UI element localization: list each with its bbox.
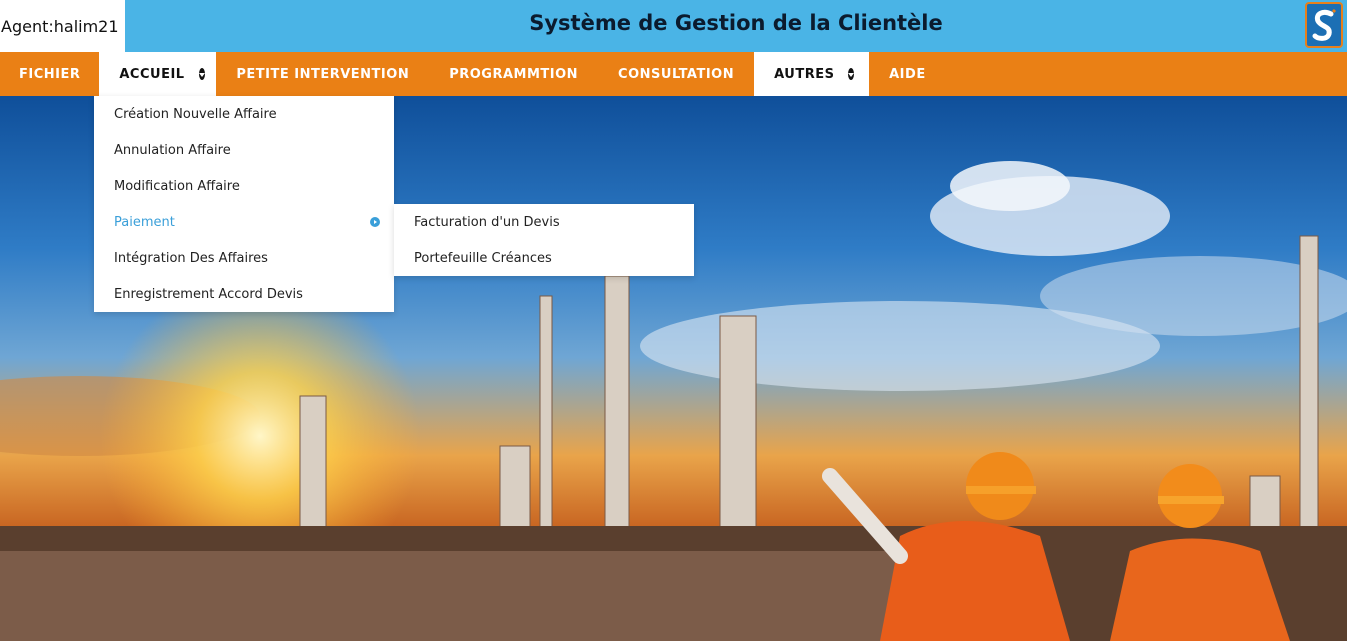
menu-item-label: Paiement <box>114 214 175 230</box>
menu-item-enregistrement-accord-devis[interactable]: Enregistrement Accord Devis <box>94 276 394 312</box>
nav-autres-label: AUTRES <box>774 66 835 82</box>
nav-programmtion[interactable]: PROGRAMMTION <box>429 52 598 96</box>
chevron-down-icon <box>198 68 205 80</box>
nav-consultation-label: CONSULTATION <box>618 66 735 82</box>
menu-item-modification-affaire[interactable]: Modification Affaire <box>94 168 394 204</box>
chevron-down-icon <box>848 68 855 80</box>
nav-accueil-label: ACCUEIL <box>119 66 185 82</box>
logo-s-icon <box>1312 8 1337 41</box>
nav-petite-intervention-label: PETITE INTERVENTION <box>236 66 410 82</box>
menu-item-label: Facturation d'un Devis <box>414 214 560 230</box>
nav-programmtion-label: PROGRAMMTION <box>449 66 579 82</box>
menu-item-paiement[interactable]: Paiement <box>94 204 394 240</box>
nav-aide[interactable]: AIDE <box>869 52 946 96</box>
menu-item-facturation-devis[interactable]: Facturation d'un Devis <box>394 204 694 240</box>
nav-petite-intervention[interactable]: PETITE INTERVENTION <box>216 52 429 96</box>
agent-label: Agent:halim21 <box>0 0 125 52</box>
nav-fichier[interactable]: FICHIER <box>0 52 99 96</box>
menu-item-label: Intégration Des Affaires <box>114 250 268 266</box>
menu-item-portefeuille-creances[interactable]: Portefeuille Créances <box>394 240 694 276</box>
main-nav: FICHIER ACCUEIL PETITE INTERVENTION PROG… <box>0 52 1347 96</box>
header-bar: Agent:halim21 Système de Gestion de la C… <box>0 0 1347 52</box>
accueil-dropdown-menu: Création Nouvelle Affaire Annulation Aff… <box>94 96 394 312</box>
menu-item-annulation-affaire[interactable]: Annulation Affaire <box>94 132 394 168</box>
menu-item-label: Modification Affaire <box>114 178 240 194</box>
app-title: Système de Gestion de la Clientèle <box>529 11 943 35</box>
menu-item-label: Portefeuille Créances <box>414 250 552 266</box>
nav-aide-label: AIDE <box>889 66 926 82</box>
menu-item-label: Annulation Affaire <box>114 142 231 158</box>
menu-item-integration-des-affaires[interactable]: Intégration Des Affaires <box>94 240 394 276</box>
nav-accueil[interactable]: ACCUEIL <box>99 52 217 96</box>
nav-autres[interactable]: AUTRES <box>754 52 870 96</box>
company-logo <box>1305 2 1343 48</box>
menu-item-label: Enregistrement Accord Devis <box>114 286 303 302</box>
chevron-right-icon <box>370 217 380 227</box>
nav-fichier-label: FICHIER <box>19 66 81 82</box>
menu-item-label: Création Nouvelle Affaire <box>114 106 277 122</box>
nav-consultation[interactable]: CONSULTATION <box>598 52 754 96</box>
menu-item-creation-nouvelle-affaire[interactable]: Création Nouvelle Affaire <box>94 96 394 132</box>
paiement-submenu: Facturation d'un Devis Portefeuille Créa… <box>394 204 694 276</box>
